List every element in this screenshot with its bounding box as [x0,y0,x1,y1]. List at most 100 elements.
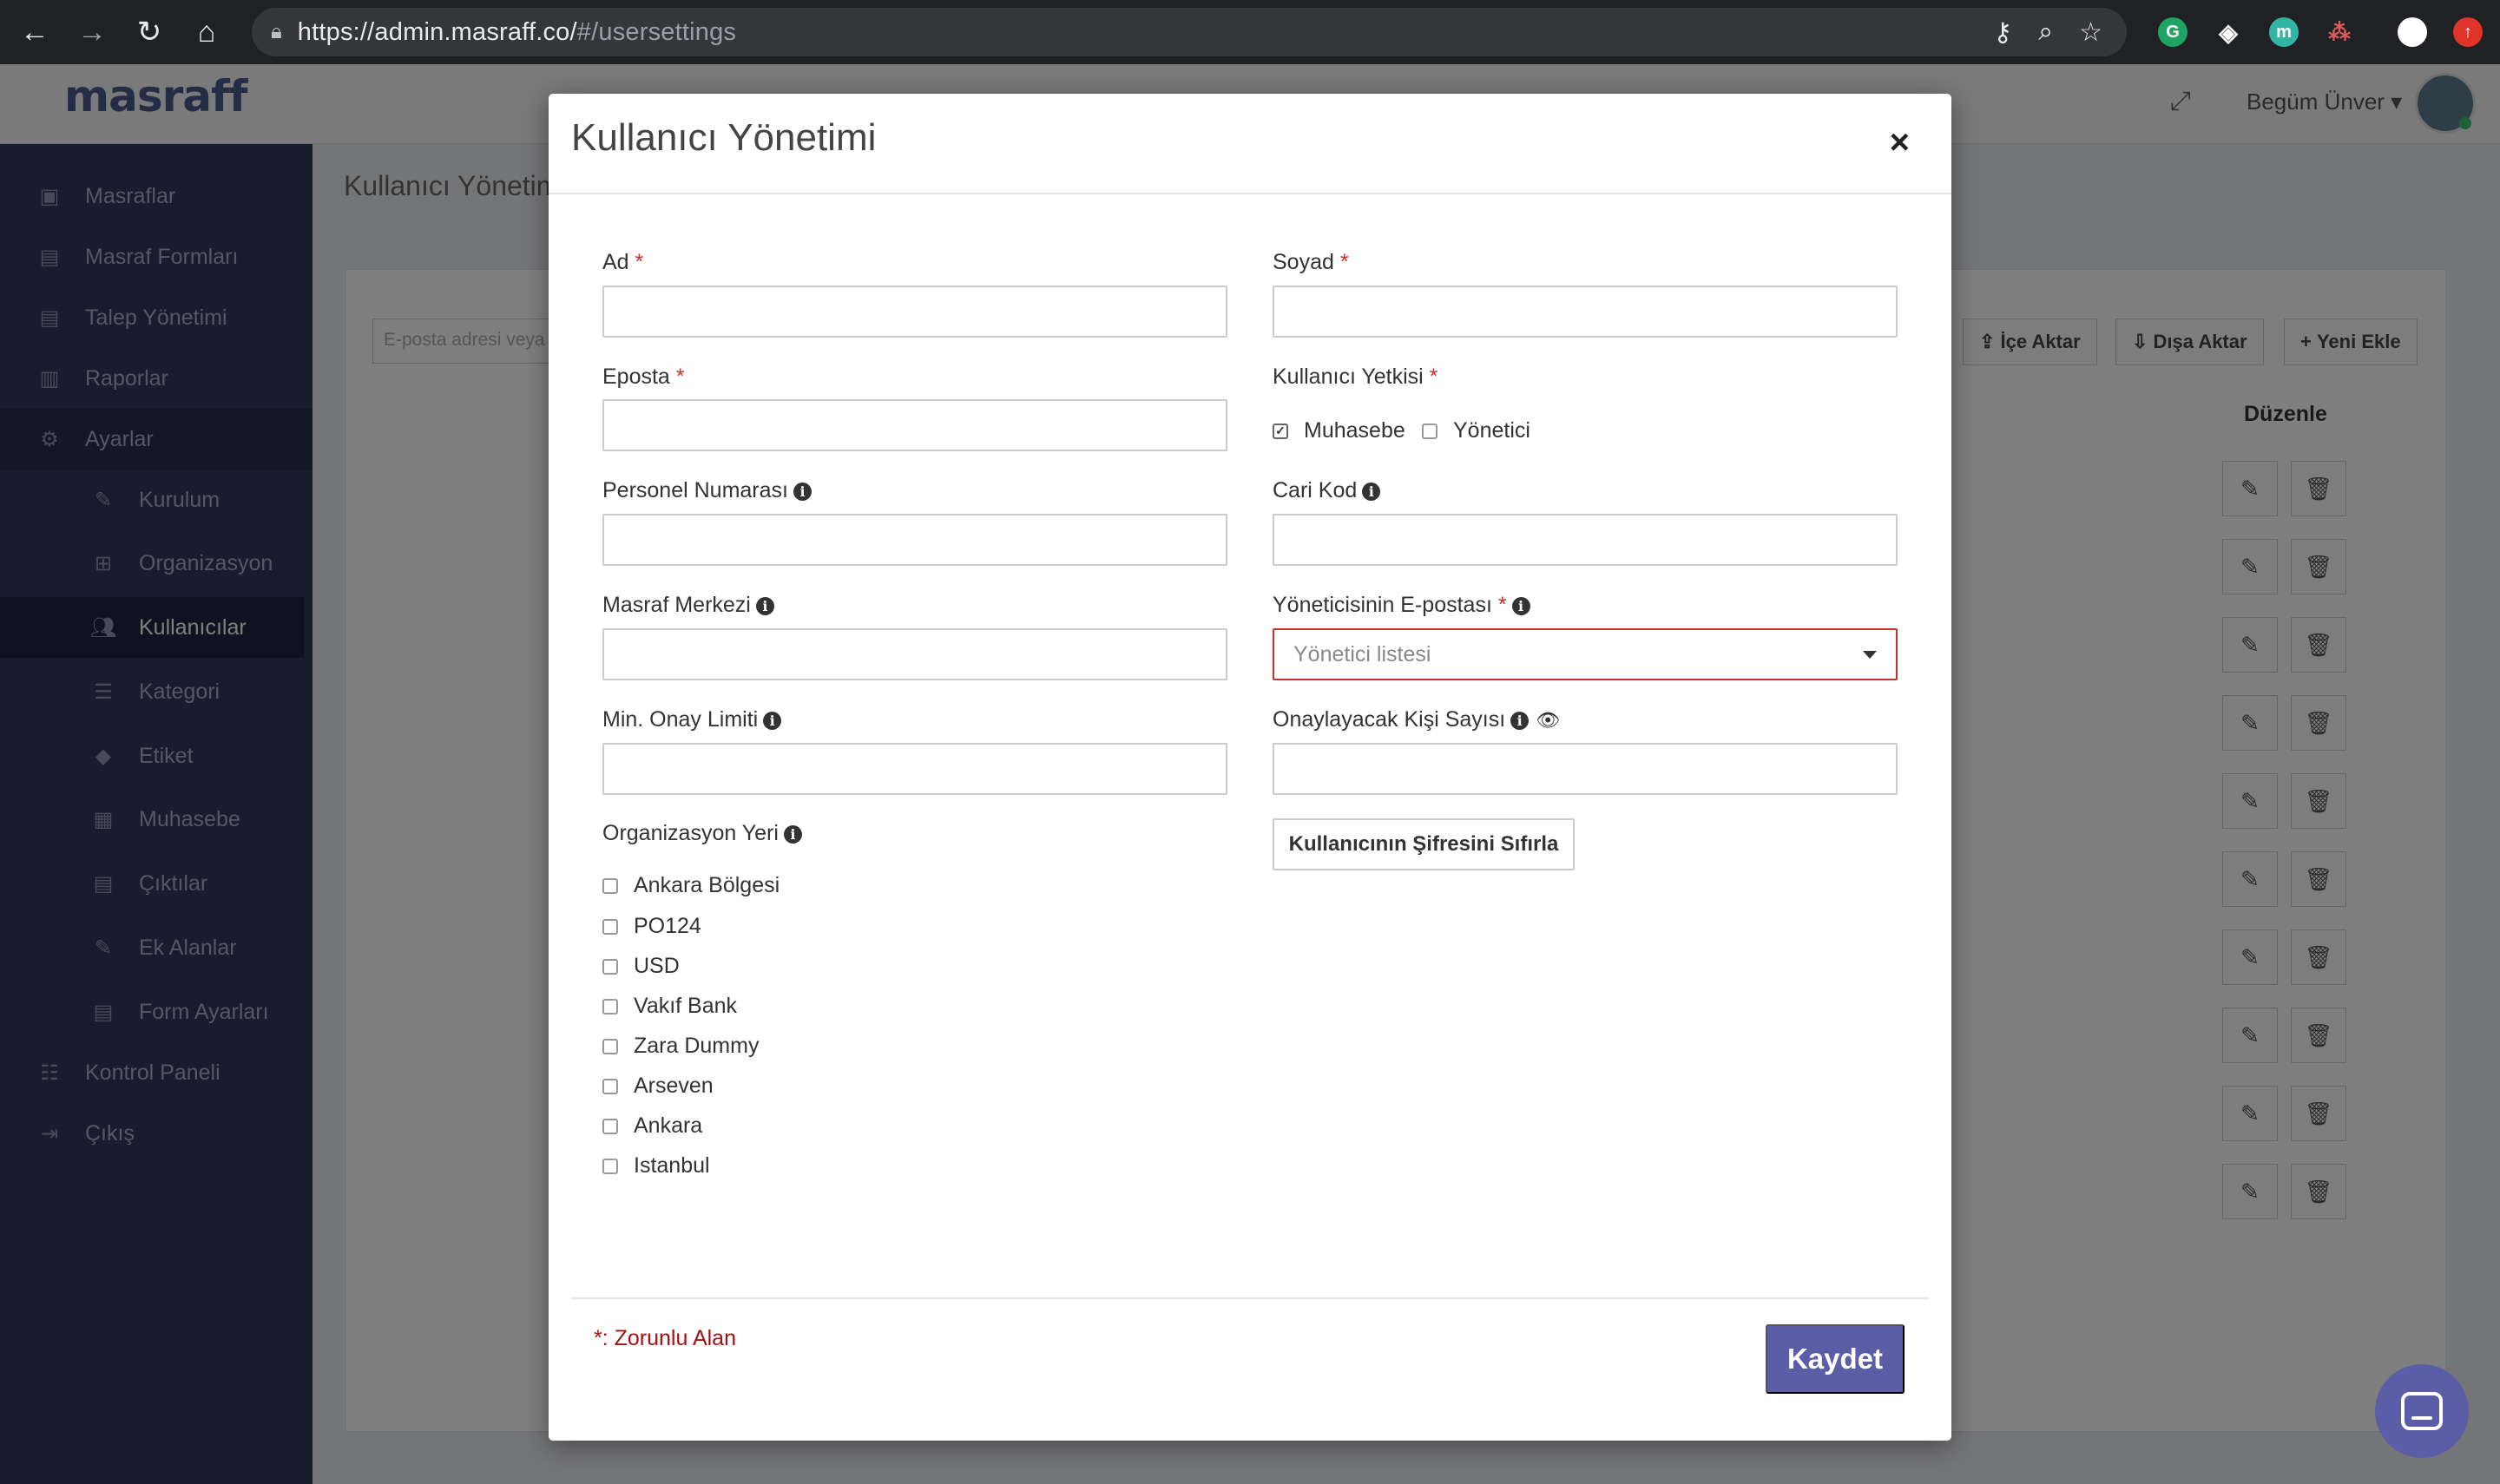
organization-checkbox-zara-dummy[interactable]: Zara Dummy [602,1034,759,1059]
profile-avatar-icon[interactable] [2398,17,2427,47]
reset-password-button[interactable]: Kullanıcının Şifresini Sıfırla [1273,818,1575,870]
organization-checkbox-label: Ankara [634,1113,703,1138]
organization-checkbox-label: Istanbul [634,1153,710,1178]
info-icon[interactable]: i [783,825,802,844]
employee-number-input[interactable] [602,514,1227,566]
checkbox-icon[interactable] [602,1118,618,1134]
save-button[interactable]: Kaydet [1766,1324,1905,1394]
m-extension-icon[interactable]: m [2269,17,2299,47]
last-name-input[interactable] [1273,286,1898,338]
required-marker: * [635,250,644,274]
star-icon[interactable]: ☆ [2079,17,2102,48]
organization-checkbox-ankara[interactable]: Ankara [602,1113,702,1139]
cost-center-input[interactable] [602,628,1227,680]
organization-checkbox-label: Ankara Bölgesi [634,873,780,897]
chat-launcher[interactable] [2375,1364,2469,1458]
reload-icon[interactable]: ↻ [127,10,172,55]
organization-label-text: Organizasyon Yeri [602,821,779,845]
account-code-label: Cari Kod i [1273,478,1381,503]
permission-muhasebe-checkbox[interactable]: ✓ Muhasebe [1273,418,1405,443]
organization-checkbox-arseven[interactable]: Arseven [602,1074,714,1099]
organization-checkbox-ankara-bolgesi[interactable]: Ankara Bölgesi [602,873,780,898]
info-icon[interactable]: i [793,483,812,501]
organization-checkbox-label: PO124 [634,914,701,938]
organization-checkbox-vakif-bank[interactable]: Vakıf Bank [602,994,737,1019]
lock-icon: 🔒︎ [271,20,282,43]
info-icon[interactable]: i [1510,712,1530,730]
update-icon[interactable]: ↑ [2453,17,2483,47]
last-name-label-text: Soyad [1273,250,1334,274]
divider [571,1297,1929,1299]
url-host: https://admin.masraff.co/ [297,17,577,46]
info-icon[interactable]: i [763,712,782,730]
organization-checkbox-istanbul[interactable]: Istanbul [602,1153,710,1179]
employee-number-label: Personel Numarası i [602,478,812,503]
cost-center-label-text: Masraf Merkezi [602,593,751,617]
organization-checkbox-usd[interactable]: USD [602,954,680,979]
info-icon[interactable]: i [1362,483,1381,501]
permission-yonetici-checkbox[interactable]: Yönetici [1422,418,1530,443]
first-name-input[interactable] [602,286,1227,338]
modal-header: Kullanıcı Yönetimi × [549,94,1951,194]
required-marker: * [1497,593,1507,617]
approver-count-input[interactable] [1273,743,1898,795]
home-icon[interactable]: ⌂ [184,10,229,55]
required-field-note: *: Zorunlu Alan [594,1326,736,1350]
organization-checkbox-label: Vakıf Bank [634,994,738,1018]
account-code-label-text: Cari Kod [1273,478,1358,502]
checkbox-checked-icon[interactable]: ✓ [1273,423,1288,439]
min-approval-limit-input[interactable] [602,743,1227,795]
key-icon[interactable]: ⚷ [1993,17,2012,48]
manager-email-label-text: Yöneticisinin E-postası [1273,593,1492,617]
checkbox-icon[interactable] [602,1078,618,1094]
min-approval-limit-label: Min. Onay Limiti i [602,707,782,732]
forward-arrow-icon[interactable]: → [69,10,115,55]
checkbox-icon[interactable] [1422,423,1438,439]
checkbox-icon[interactable] [602,877,618,894]
browser-toolbar: ← → ↻ ⌂ 🔒︎ https://admin.masraff.co/#/us… [0,0,2500,64]
back-arrow-icon[interactable]: ← [12,10,57,55]
first-name-label: Ad * [602,250,643,275]
email-label: Eposta * [602,364,685,390]
url-text: https://admin.masraff.co/#/usersettings [298,18,736,47]
organization-checkbox-label: Arseven [634,1074,714,1098]
checkbox-icon[interactable] [602,998,618,1015]
close-icon[interactable]: × [1890,123,1910,162]
url-path: #/usersettings [576,17,737,46]
account-code-input[interactable] [1273,514,1898,566]
last-name-label: Soyad * [1273,250,1349,275]
info-icon[interactable]: i [755,597,774,615]
min-approval-limit-label-text: Min. Onay Limiti [602,707,759,732]
checkbox-icon[interactable] [602,1038,618,1054]
email-field[interactable] [602,399,1227,451]
manager-select[interactable]: Yönetici listesi [1273,628,1898,680]
grammarly-extension-icon[interactable]: G [2158,17,2188,47]
first-name-label-text: Ad [602,250,629,274]
checkbox-icon[interactable] [602,1158,618,1174]
cluster-extension-icon[interactable]: ⁂ [2325,17,2354,47]
organization-checkbox-po124[interactable]: PO124 [602,914,701,939]
email-label-text: Eposta [602,364,670,389]
chat-icon [2401,1392,2443,1430]
required-marker: * [675,364,685,389]
chevron-down-icon [1863,651,1877,659]
zoom-icon[interactable]: ⌕ [2038,17,2053,48]
diamond-extension-icon[interactable]: ◈ [2214,17,2243,47]
manager-select-placeholder: Yönetici listesi [1293,641,1431,666]
checkbox-icon[interactable] [602,918,618,935]
cost-center-label: Masraf Merkezi i [602,593,774,618]
checkbox-icon[interactable] [602,958,618,975]
modal-title: Kullanıcı Yönetimi [571,116,877,159]
organization-checkbox-label: Zara Dummy [634,1034,760,1058]
eye-icon[interactable]: 👁︎ [1536,709,1560,732]
approver-count-label: Onaylayacak Kişi Sayısı i 👁︎ [1273,707,1560,732]
address-bar[interactable]: 🔒︎ https://admin.masraff.co/#/usersettin… [252,8,2127,56]
required-marker: * [1339,250,1349,274]
extensions: G ◈ m ⁂ ↑ [2158,17,2483,47]
organization-label: Organizasyon Yeri i [602,821,802,846]
permission-muhasebe-label: Muhasebe [1304,418,1405,443]
employee-number-label-text: Personel Numarası [602,478,788,502]
info-icon[interactable]: i [1511,597,1530,615]
manager-email-label: Yöneticisinin E-postası * i [1273,593,1530,618]
required-marker: * [1429,364,1438,389]
